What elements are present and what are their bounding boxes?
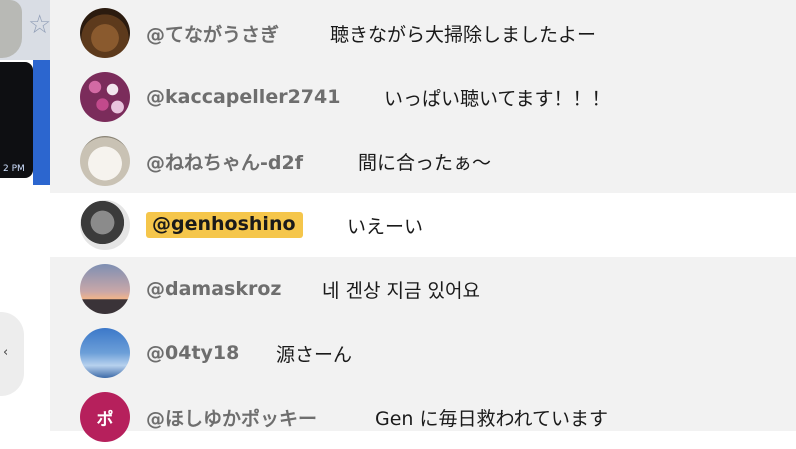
chat-author[interactable]: @kaccapeller2741 bbox=[146, 86, 340, 108]
side-nav-button[interactable]: ‹ bbox=[0, 312, 24, 396]
chat-author[interactable]: @ほしゆかポッキー bbox=[146, 404, 317, 431]
chat-author[interactable]: @damaskroz bbox=[146, 278, 281, 300]
chat-message-owner: @genhoshino いえーい bbox=[50, 193, 796, 257]
live-chat-list: @てながうさぎ 聴きながら大掃除しましたよー @kaccapeller2741 … bbox=[50, 0, 796, 442]
flowers-avatar[interactable] bbox=[80, 72, 130, 122]
chat-text: 間に合ったぁ〜 bbox=[358, 151, 492, 174]
video-thumbnail-top: ☆ bbox=[0, 0, 50, 60]
chat-message: ポ @ほしゆかポッキー Gen に毎日救われています bbox=[50, 385, 796, 449]
chat-author[interactable]: @04ty18 bbox=[146, 342, 239, 364]
chat-text: 네 겐상 지금 있어요 bbox=[322, 279, 480, 302]
sunset-avatar[interactable] bbox=[80, 264, 130, 314]
sky-avatar[interactable] bbox=[80, 328, 130, 378]
avatar-letter: ポ bbox=[96, 409, 114, 430]
chat-text: 源さーん bbox=[276, 343, 353, 366]
star-icon: ☆ bbox=[28, 10, 50, 40]
chat-message: @04ty18 源さーん bbox=[50, 321, 796, 385]
video-thumbnail-dark bbox=[0, 62, 33, 178]
chevron-left-icon: ‹ bbox=[3, 345, 9, 360]
owner-badge[interactable]: @genhoshino bbox=[146, 212, 303, 238]
thumbnail-figure bbox=[0, 0, 22, 58]
chat-text: 聴きながら大掃除しましたよー bbox=[330, 23, 597, 46]
chat-message: @kaccapeller2741 いっぱい聴いてます！！！ bbox=[50, 65, 796, 129]
chat-message: @damaskroz 네 겐상 지금 있어요 bbox=[50, 257, 796, 321]
teddy-bear-avatar[interactable] bbox=[80, 8, 130, 58]
cat-avatar[interactable] bbox=[80, 136, 130, 186]
chat-author[interactable]: @てながうさぎ bbox=[146, 20, 279, 47]
thumbnail-timestamp: 2 PM bbox=[3, 164, 25, 174]
video-side-panel: ☆ 2 PM ‹ bbox=[0, 0, 50, 431]
video-thumbnail-blue: 2 PM bbox=[3, 60, 50, 185]
chat-author[interactable]: @ねねちゃん-d2f bbox=[146, 148, 303, 175]
initial-avatar[interactable]: ポ bbox=[80, 392, 130, 442]
chat-text: いっぱい聴いてます！！！ bbox=[384, 87, 611, 110]
chat-text: Gen に毎日救われています bbox=[375, 407, 608, 430]
chat-message: @てながうさぎ 聴きながら大掃除しましたよー bbox=[50, 1, 796, 65]
profile-photo-avatar[interactable] bbox=[80, 200, 130, 250]
chat-text: いえーい bbox=[347, 215, 424, 238]
chat-message: @ねねちゃん-d2f 間に合ったぁ〜 bbox=[50, 129, 796, 193]
